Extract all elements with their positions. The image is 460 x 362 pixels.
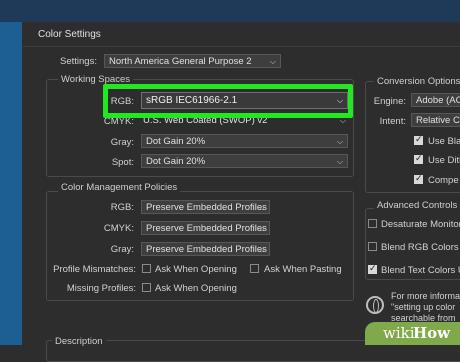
missing-opening-label: Ask When Opening — [155, 283, 237, 294]
window-titlebar — [0, 0, 460, 22]
chevron-down-icon: ⌵ — [336, 137, 343, 146]
blend-rgb-checkbox[interactable] — [368, 242, 377, 251]
ws-spot-value: Dot Gain 20% — [146, 156, 206, 167]
pol-rgb-label: RGB: — [110, 202, 134, 213]
pol-cmyk-label: CMYK: — [103, 223, 134, 234]
compensate-checkbox[interactable] — [414, 173, 423, 184]
chevron-down-icon: ⌵ — [336, 157, 343, 166]
engine-label: Engine: — [373, 96, 406, 107]
wikihow-watermark: wiki How — [365, 322, 460, 345]
ws-gray-value: Dot Gain 20% — [146, 136, 206, 147]
pol-gray-dropdown[interactable]: Preserve Embedded Profiles ⌵ — [141, 242, 270, 256]
ws-rgb-dropdown[interactable]: sRGB IEC61966-2.1 ⌵ — [141, 92, 348, 109]
mismatches-label: Profile Mismatches: — [53, 264, 136, 275]
conversion-legend: Conversion Options — [374, 76, 460, 87]
intent-value: Relative Co — [416, 115, 460, 126]
mismatch-opening-label: Ask When Opening — [155, 264, 237, 275]
chevron-down-icon: ⌵ — [258, 224, 265, 233]
settings-label: Settings: — [60, 56, 97, 67]
dialog-title: Color Settings — [38, 29, 101, 40]
settings-dropdown[interactable]: North America General Purpose 2 ⌵ — [104, 54, 281, 68]
chevron-down-icon: ⌵ — [258, 245, 265, 254]
info-line-2: "setting up color — [391, 302, 456, 312]
description-legend: Description — [52, 336, 106, 347]
ws-gray-dropdown[interactable]: Dot Gain 20% ⌵ — [141, 134, 348, 148]
blend-text-label: Blend Text Colors U — [381, 265, 460, 276]
ws-spot-label: Spot: — [111, 157, 134, 168]
chevron-down-icon: ⌵ — [336, 96, 343, 105]
pol-cmyk-dropdown[interactable]: Preserve Embedded Profiles ⌵ — [141, 221, 270, 235]
intent-dropdown[interactable]: Relative Co — [411, 113, 460, 127]
mismatch-pasting-checkbox[interactable] — [250, 264, 259, 273]
desktop-background — [0, 22, 22, 345]
ws-gray-label: Gray: — [110, 137, 134, 148]
blend-rgb-label: Blend RGB Colors U — [381, 242, 460, 253]
policies-legend: Color Management Policies — [58, 182, 181, 193]
intent-label: Intent: — [379, 116, 406, 127]
watermark-how: How — [413, 324, 451, 342]
title-divider — [22, 46, 460, 47]
pol-rgb-dropdown[interactable]: Preserve Embedded Profiles ⌵ — [141, 200, 270, 214]
info-line-1: For more informa — [391, 291, 460, 301]
compensate-label: Compe — [428, 175, 459, 186]
pol-rgb-value: Preserve Embedded Profiles — [146, 202, 267, 213]
black-point-checkbox[interactable] — [414, 134, 423, 145]
globe-icon — [366, 296, 384, 314]
advanced-legend: Advanced Controls — [374, 200, 460, 211]
ws-rgb-value: sRGB IEC61966-2.1 — [146, 95, 238, 106]
settings-value: North America General Purpose 2 — [109, 56, 252, 67]
desaturate-label: Desaturate Monitor — [381, 219, 460, 230]
pol-cmyk-value: Preserve Embedded Profiles — [146, 223, 267, 234]
chevron-down-icon: ⌵ — [269, 57, 276, 66]
desaturate-checkbox[interactable] — [368, 219, 377, 228]
dither-label: Use Dith — [428, 155, 460, 166]
engine-dropdown[interactable]: Adobe (AC — [411, 93, 460, 107]
black-point-label: Use Bla — [428, 136, 460, 147]
chevron-down-icon: ⌵ — [258, 203, 265, 212]
dither-checkbox[interactable] — [414, 153, 423, 164]
pol-gray-label: Gray: — [110, 244, 134, 255]
mismatch-opening-checkbox[interactable] — [142, 264, 151, 273]
engine-value: Adobe (AC — [416, 95, 460, 106]
blend-text-checkbox[interactable] — [368, 263, 377, 274]
watermark-wiki: wiki — [383, 324, 415, 342]
missing-opening-checkbox[interactable] — [142, 283, 151, 292]
pol-gray-value: Preserve Embedded Profiles — [146, 244, 267, 255]
missing-label: Missing Profiles: — [66, 283, 136, 294]
ws-spot-dropdown[interactable]: Dot Gain 20% ⌵ — [141, 154, 348, 168]
mismatch-pasting-label: Ask When Pasting — [264, 264, 342, 275]
